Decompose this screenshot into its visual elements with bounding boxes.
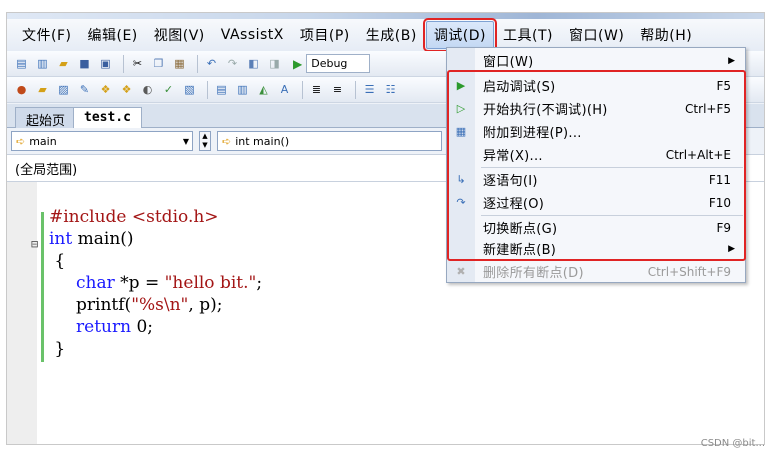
menu-vassistx[interactable]: VAssistX [214,24,291,46]
new-project-icon[interactable]: ▤ [13,55,30,72]
toolbar-separator [197,54,198,73]
comment-icon[interactable]: ☰ [361,81,378,98]
menu-tools[interactable]: 工具(T) [496,22,560,48]
scope-combo[interactable]: ➪ main ▼ [11,131,193,151]
toolbar-separator [302,80,303,99]
chevron-down-icon: ▼ [182,136,189,146]
solution-config-combo[interactable]: Debug [306,54,371,73]
cut-icon[interactable]: ✂ [129,55,146,72]
bookmark-icon[interactable]: ❖ [97,81,114,98]
paste-icon[interactable]: ▦ [171,55,188,72]
save-all-icon[interactable]: ▣ [97,55,114,72]
save-icon[interactable]: ■ [76,55,93,72]
function-icon: ➪ [222,134,232,148]
code-line-3: { [54,251,66,271]
menu-help[interactable]: 帮助(H) [633,22,699,48]
code-string: "hello bit." [164,273,257,293]
scope-spinner[interactable]: ▲ ▼ [199,131,211,151]
toolbar-separator [123,54,124,73]
uncomment-icon[interactable]: ☷ [382,81,399,98]
code-line-5: printf( [76,295,132,315]
delete-breakpoints-icon: ✖ [456,265,466,278]
spell-check-icon[interactable]: ✓ [160,81,177,98]
menu-window[interactable]: 窗口(W) [562,22,631,48]
redo-icon[interactable]: ↷ [224,55,241,72]
bookmark-next-icon[interactable]: ❖ [118,81,135,98]
menu-file[interactable]: 文件(F) [15,22,78,48]
code-line-1: #include <stdio.h> [49,207,219,227]
add-item-icon[interactable]: ▥ [34,55,51,72]
fold-icon[interactable]: ⊟ [31,237,38,251]
function-combo-value: int main() [235,134,290,148]
list-members-icon[interactable]: ▤ [213,81,230,98]
open-file-icon[interactable]: ▰ [34,81,51,98]
code-line-7: } [54,339,66,359]
menu-item-delete-all-breakpoints[interactable]: ✖ 删除所有断点(D) Ctrl+Shift+F9 [447,260,745,283]
menu-project[interactable]: 项目(P) [293,22,357,48]
parameter-info-icon[interactable]: ▥ [234,81,251,98]
scope-label: (全局范围) [15,162,78,178]
menu-item-windows[interactable]: 窗口(W) ▶ [447,49,745,72]
function-icon: ➪ [16,134,26,148]
menu-view[interactable]: 视图(V) [147,22,212,48]
menu-item-label: 删除所有断点(D) [483,266,584,281]
code-line-2: main() [72,229,134,249]
undo-icon[interactable]: ↶ [203,55,220,72]
code-line-4: *p = [114,273,165,293]
toolbar-separator [207,80,208,99]
menu-debug[interactable]: 调试(D) [422,18,498,52]
open-folder-icon[interactable]: ▰ [55,55,72,72]
code-keyword: return [76,317,132,337]
code-line-5-end: , p); [188,295,223,315]
code-keyword: int [49,229,73,249]
tab-test-c[interactable]: test.c [73,107,142,128]
vax-icon[interactable]: ● [13,81,30,98]
navigate-forward-icon[interactable]: ◨ [266,55,283,72]
highlight-box [447,70,746,261]
find-symbol-icon[interactable]: ▨ [55,81,72,98]
code-text: #include <stdio.h> int main() { char *p … [49,206,262,360]
menu-edit[interactable]: 编辑(E) [80,22,144,48]
complete-word-icon[interactable]: A [276,81,293,98]
start-debug-icon[interactable]: ▶ [293,57,302,71]
menu-item-shortcut: Ctrl+Shift+F9 [647,264,731,279]
submenu-arrow-icon: ▶ [728,55,735,66]
code-line-6: 0; [131,317,154,337]
tab-start-page[interactable]: 起始页 [15,107,77,129]
navigate-back-icon[interactable]: ◧ [245,55,262,72]
code-keyword: char [76,273,115,293]
toolbar-separator [355,80,356,99]
change-indicator [41,212,44,362]
copy-icon[interactable]: ❐ [150,55,167,72]
code-line-4-end: ; [256,273,263,293]
format-icon[interactable]: ▧ [181,81,198,98]
outdent-icon[interactable]: ≣ [308,81,325,98]
menu-item-label: 窗口(W) [483,55,534,70]
code-string: "%s\n" [131,295,189,315]
scope-combo-value: main [29,134,57,148]
menu-build[interactable]: 生成(B) [359,22,424,48]
rename-icon[interactable]: ◐ [139,81,156,98]
watermark: CSDN @bit... [700,438,765,449]
references-icon[interactable]: ✎ [76,81,93,98]
editor-gutter [7,182,37,444]
quick-info-icon[interactable]: ◭ [255,81,272,98]
indent-icon[interactable]: ≡ [329,81,346,98]
function-combo[interactable]: ➪ int main() [217,131,442,151]
